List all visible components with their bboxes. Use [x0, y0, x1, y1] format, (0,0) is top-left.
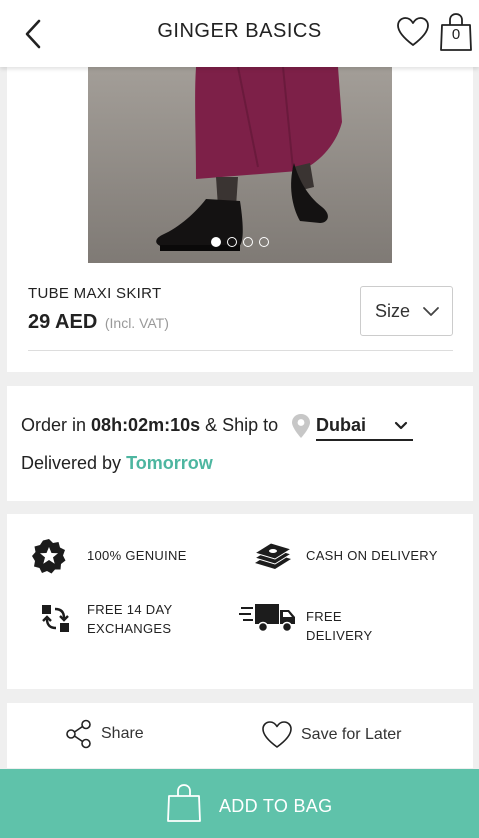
add-to-bag-button[interactable]: ADD TO BAG	[0, 769, 479, 838]
feature-label-line2: EXCHANGES	[87, 621, 172, 636]
feature-label: CASH ON DELIVERY	[306, 548, 438, 563]
carousel-dot[interactable]	[259, 237, 269, 247]
divider	[28, 350, 453, 351]
cash-stack-icon	[253, 542, 293, 569]
app-header: GINGER BASICS 0	[0, 0, 479, 67]
share-icon	[66, 719, 91, 749]
product-price: 29 AED (Incl. VAT)	[28, 311, 169, 334]
heart-icon	[262, 721, 292, 748]
product-card: TUBE MAXI SKIRT 29 AED (Incl. VAT) Size	[7, 67, 473, 372]
chevron-down-icon	[394, 421, 408, 430]
delivered-by-label: Delivered by	[21, 453, 122, 473]
save-for-later-button[interactable]: Save for Later	[261, 717, 431, 753]
vat-note: (Incl. VAT)	[104, 315, 169, 331]
exchange-icon	[42, 605, 69, 632]
feature-label: FREE 14 DAY	[87, 602, 173, 617]
shopping-bag-icon	[167, 784, 201, 822]
shopping-bag-button[interactable]: 0	[439, 12, 473, 52]
feature-cash-on-delivery: CASH ON DELIVERY	[253, 538, 463, 578]
product-name: TUBE MAXI SKIRT	[28, 285, 162, 302]
feature-exchanges: FREE 14 DAY EXCHANGES	[41, 600, 241, 644]
delivery-day: Tomorrow	[126, 453, 213, 473]
delivery-estimate: Delivered by Tomorrow	[21, 453, 213, 474]
actions-card: Share Save for Later	[7, 703, 473, 768]
add-to-bag-label: ADD TO BAG	[219, 796, 333, 816]
features-card: 100% GENUINE CASH ON DELIVERY FREE 14 DA…	[7, 514, 473, 689]
carousel-dot[interactable]	[211, 237, 221, 247]
carousel-dot[interactable]	[227, 237, 237, 247]
feature-genuine: 100% GENUINE	[31, 538, 231, 578]
wishlist-button[interactable]	[396, 16, 430, 48]
city-value: Dubai	[316, 415, 367, 435]
save-for-later-label: Save for Later	[301, 726, 402, 743]
star-badge-icon	[32, 539, 66, 574]
feature-label-line2: DELIVERY	[306, 628, 373, 643]
bag-count-badge: 0	[451, 26, 461, 43]
order-prefix: Order in	[21, 415, 87, 435]
feature-label: 100% GENUINE	[87, 548, 187, 563]
order-countdown-line: Order in 08h:02m:10s & Ship to	[21, 415, 278, 436]
carousel-dots	[88, 234, 392, 252]
feature-free-delivery: FREE DELIVERY	[239, 600, 459, 650]
carousel-dot[interactable]	[243, 237, 253, 247]
chevron-down-icon	[423, 307, 439, 316]
city-dropdown[interactable]: Dubai	[316, 413, 413, 441]
feature-label: FREE	[306, 609, 342, 624]
delivery-truck-icon	[239, 604, 295, 633]
delivery-card: Order in 08h:02m:10s & Ship to Dubai Del…	[7, 386, 473, 501]
countdown-timer: 08h:02m:10s	[91, 415, 201, 435]
heart-icon	[397, 17, 429, 46]
location-pin-icon	[292, 414, 310, 438]
size-label: Size	[375, 301, 411, 321]
share-label: Share	[101, 725, 144, 742]
product-image-carousel[interactable]	[88, 67, 392, 263]
share-button[interactable]: Share	[65, 717, 185, 753]
ship-to-label: & Ship to	[205, 415, 279, 435]
price-value: 29 AED	[28, 311, 98, 333]
size-selector[interactable]: Size	[360, 286, 453, 336]
